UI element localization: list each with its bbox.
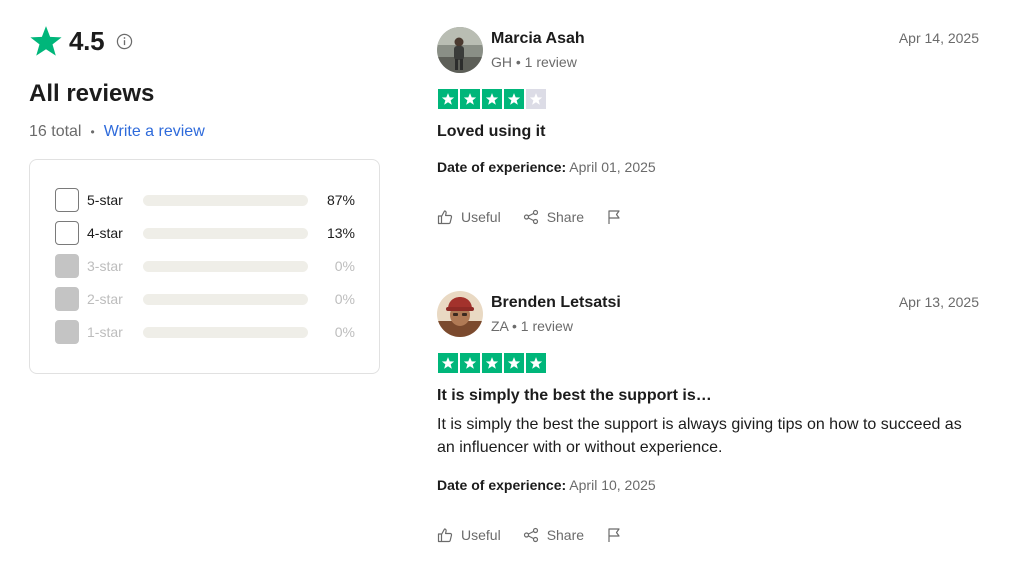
distribution-bar [143, 260, 308, 272]
useful-label: Useful [461, 209, 501, 225]
star-label: 5-star [87, 192, 123, 208]
useful-button[interactable]: Useful [437, 527, 501, 543]
star-percent: 0% [334, 324, 355, 340]
rating-distribution-card: 5-star 87% 4-star 13% 3-star 0% 2-star 0… [29, 159, 380, 374]
avatar[interactable] [437, 27, 483, 73]
avatar[interactable] [437, 291, 483, 337]
distribution-bar [143, 326, 308, 338]
review-body: It is simply the best the support is alw… [437, 416, 962, 456]
star-rating [438, 353, 546, 373]
filter-checkbox-3-star [55, 254, 79, 278]
star-filled-icon [460, 89, 480, 109]
distribution-row-1: 1-star 0% [55, 320, 355, 344]
star-filled-icon [460, 353, 480, 373]
star-filled-icon [504, 353, 524, 373]
star-filled-icon [438, 89, 458, 109]
star-filled-icon [526, 353, 546, 373]
review-date: Apr 14, 2025 [898, 30, 979, 46]
share-button[interactable]: Share [523, 209, 584, 225]
star-filled-icon [438, 353, 458, 373]
info-icon[interactable] [116, 33, 133, 50]
filter-checkbox-5-star[interactable] [55, 188, 79, 212]
useful-button[interactable]: Useful [437, 209, 501, 225]
share-label: Share [546, 527, 585, 543]
doe-label: Date of experience: [437, 159, 567, 175]
doe-value: April 01, 2025 [569, 159, 656, 175]
star-label: 2-star [87, 291, 123, 307]
page-title: All reviews [29, 80, 155, 107]
share-icon [523, 527, 538, 543]
distribution-bar [143, 227, 308, 239]
review-title[interactable]: It is simply the best the support is… [437, 387, 712, 405]
star-percent: 87% [326, 192, 355, 208]
separator-dot: • [90, 125, 95, 139]
distribution-row-3: 3-star 0% [55, 254, 355, 278]
date-of-experience: Date of experience: April 10, 2025 [437, 477, 656, 493]
distribution-bar [143, 194, 308, 206]
star-label: 1-star [87, 324, 123, 340]
star-percent: 0% [334, 291, 355, 307]
flag-icon [608, 528, 620, 542]
star-label: 4-star [87, 225, 123, 241]
report-button[interactable] [606, 209, 630, 225]
report-button[interactable] [606, 527, 630, 543]
star-rating [438, 89, 546, 109]
rating-header: 4.5 [29, 24, 133, 58]
doe-value: April 10, 2025 [569, 477, 656, 493]
thumbs-up-icon [437, 528, 453, 543]
share-label: Share [546, 209, 585, 225]
reviewer-name[interactable]: Marcia Asah [491, 30, 585, 48]
review-actions: Useful Share [437, 527, 630, 543]
write-review-link[interactable]: Write a review [104, 123, 205, 141]
flag-icon [608, 210, 620, 224]
star-filled-icon [482, 89, 502, 109]
filter-checkbox-4-star[interactable] [55, 221, 79, 245]
star-percent: 13% [326, 225, 355, 241]
distribution-row-5[interactable]: 5-star 87% [55, 188, 355, 212]
total-line: 16 total • Write a review [29, 123, 205, 141]
distribution-row-2: 2-star 0% [55, 287, 355, 311]
review-title[interactable]: Loved using it [437, 123, 545, 141]
filter-checkbox-1-star [55, 320, 79, 344]
star-icon [30, 26, 62, 56]
review-date: Apr 13, 2025 [898, 294, 979, 310]
doe-label: Date of experience: [437, 477, 567, 493]
star-filled-icon [504, 89, 524, 109]
star-filled-icon [482, 353, 502, 373]
rating-value: 4.5 [69, 25, 105, 56]
star-empty-icon [526, 89, 546, 109]
share-icon [523, 209, 538, 225]
thumbs-up-icon [437, 210, 453, 225]
review-actions: Useful Share [437, 209, 630, 225]
review-card: Marcia Asah GH • 1 review Apr 14, 2025 L… [437, 27, 982, 247]
share-button[interactable]: Share [523, 527, 584, 543]
review-card: Brenden Letsatsi ZA • 1 review Apr 13, 2… [437, 291, 982, 561]
reviewer-meta: GH • 1 review [491, 54, 577, 70]
distribution-row-4[interactable]: 4-star 13% [55, 221, 355, 245]
reviewer-name[interactable]: Brenden Letsatsi [491, 294, 621, 312]
review-total: 16 total [29, 123, 82, 140]
star-percent: 0% [334, 258, 355, 274]
reviewer-meta: ZA • 1 review [491, 318, 573, 334]
star-label: 3-star [87, 258, 123, 274]
date-of-experience: Date of experience: April 01, 2025 [437, 159, 656, 175]
distribution-bar [143, 293, 308, 305]
useful-label: Useful [461, 527, 501, 543]
filter-checkbox-2-star [55, 287, 79, 311]
